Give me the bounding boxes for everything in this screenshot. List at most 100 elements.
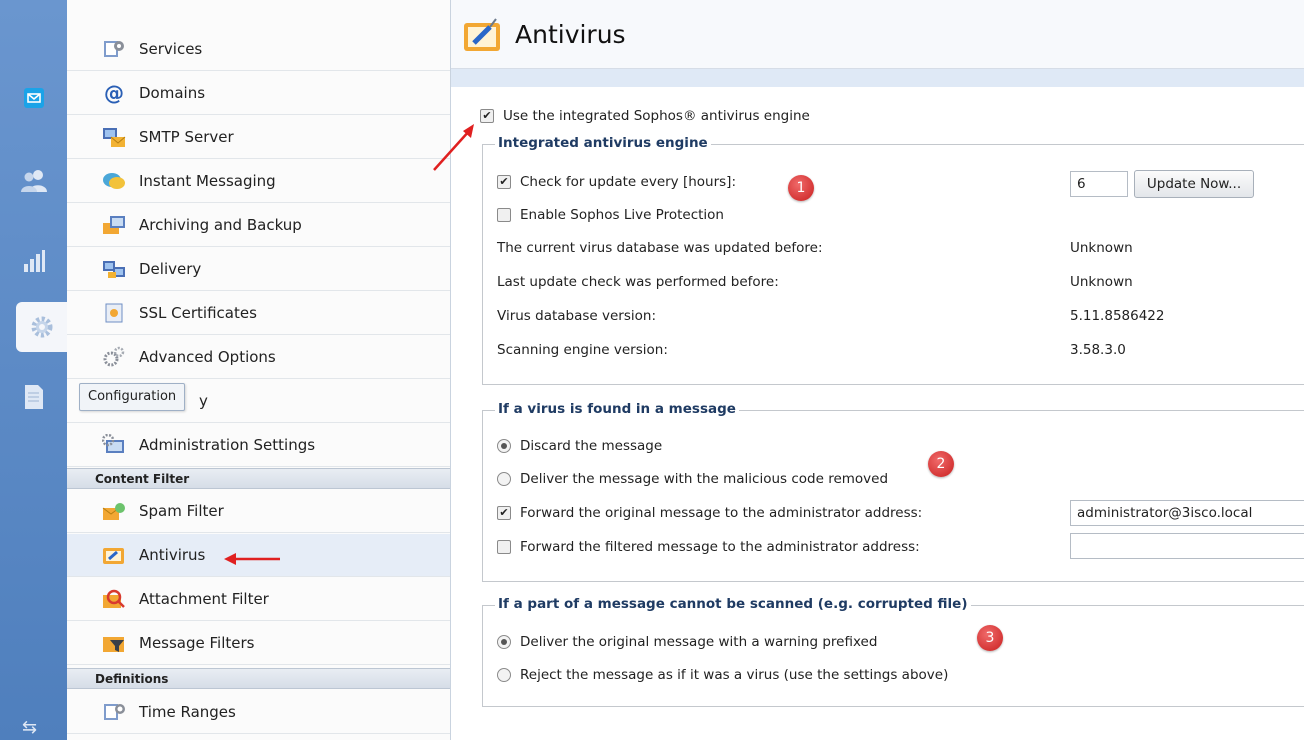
certificate-icon bbox=[101, 301, 127, 325]
gear-icon[interactable] bbox=[16, 302, 67, 352]
use-engine-checkbox[interactable]: ✔ bbox=[480, 109, 494, 123]
deliver-warning-label[interactable]: Deliver the original message with a warn… bbox=[520, 634, 877, 650]
reject-row: Reject the message as if it was a virus … bbox=[497, 667, 948, 683]
forward-filtered-email-input[interactable] bbox=[1070, 533, 1304, 559]
app-rail: ⇆ bbox=[0, 0, 68, 740]
page-header: Antivirus bbox=[451, 0, 1304, 69]
update-now-button[interactable]: Update Now... bbox=[1134, 170, 1254, 198]
info-value-last-check: Unknown bbox=[1070, 274, 1133, 290]
nav-item-ssl-certificates[interactable]: SSL Certificates bbox=[67, 292, 450, 335]
nav-item-label: y bbox=[199, 392, 208, 410]
nav-item-label: SMTP Server bbox=[139, 128, 234, 146]
nav-item-delivery[interactable]: Delivery bbox=[67, 248, 450, 291]
forward-original-row: ✔ Forward the original message to the ad… bbox=[497, 505, 922, 521]
nav-item-smtp-server[interactable]: SMTP Server bbox=[67, 116, 450, 159]
forward-filtered-checkbox[interactable] bbox=[497, 540, 511, 554]
update-hours-input[interactable]: 6 bbox=[1070, 171, 1128, 197]
nav-item-advanced-options[interactable]: Advanced Options bbox=[67, 336, 450, 379]
discard-radio[interactable] bbox=[497, 439, 511, 453]
forward-original-email-input[interactable]: administrator@3isco.local bbox=[1070, 500, 1304, 526]
nav-item-label: Administration Settings bbox=[139, 436, 316, 454]
virus-found-legend: If a virus is found in a message bbox=[495, 401, 739, 417]
discard-row: Discard the message bbox=[497, 438, 662, 454]
nav-item-label: Attachment Filter bbox=[139, 590, 269, 608]
forward-original-checkbox[interactable]: ✔ bbox=[497, 506, 511, 520]
info-label-db-updated: The current virus database was updated b… bbox=[497, 240, 823, 256]
archive-icon bbox=[101, 213, 127, 237]
nav-item-services[interactable]: Services bbox=[67, 28, 450, 71]
unscannable-group bbox=[482, 605, 1304, 707]
stats-icon[interactable] bbox=[0, 236, 67, 286]
check-update-checkbox[interactable]: ✔ bbox=[497, 175, 511, 189]
message-filter-icon bbox=[101, 631, 127, 655]
nav-item-label: Delivery bbox=[139, 260, 202, 278]
use-engine-row: ✔ Use the integrated Sophos® antivirus e… bbox=[480, 108, 810, 124]
nav-item-label: Services bbox=[139, 40, 203, 58]
deliver-warning-row: Deliver the original message with a warn… bbox=[497, 634, 877, 650]
reject-radio[interactable] bbox=[497, 668, 511, 682]
annotation-arrow-checkbox bbox=[433, 124, 474, 171]
annotation-badge-3: 3 bbox=[977, 625, 1003, 651]
forward-original-label[interactable]: Forward the original message to the admi… bbox=[520, 505, 922, 521]
discard-label[interactable]: Discard the message bbox=[520, 438, 662, 454]
time-icon bbox=[101, 700, 127, 724]
nav-item-label: Message Filters bbox=[139, 634, 255, 652]
nav-item-label: Domains bbox=[139, 84, 206, 102]
unscannable-legend: If a part of a message cannot be scanned… bbox=[495, 596, 971, 612]
live-protection-checkbox[interactable] bbox=[497, 208, 511, 222]
nav-item-message-filters[interactable]: Message Filters bbox=[67, 622, 450, 665]
users-icon[interactable] bbox=[0, 155, 67, 205]
deliver-removed-label[interactable]: Deliver the message with the malicious c… bbox=[520, 471, 888, 487]
annotation-arrow-antivirus bbox=[224, 553, 280, 565]
antivirus-icon bbox=[101, 543, 127, 567]
nav-item-label: Instant Messaging bbox=[139, 172, 276, 190]
section-header-content-filter: Content Filter bbox=[67, 468, 450, 489]
nav-item-time-ranges[interactable]: Time Ranges bbox=[67, 691, 450, 734]
header-band bbox=[451, 69, 1304, 87]
annotation-badge-2: 2 bbox=[928, 451, 954, 477]
antivirus-icon bbox=[463, 17, 503, 57]
info-value-engine-version: 3.58.3.0 bbox=[1070, 342, 1126, 358]
live-protection-label[interactable]: Enable Sophos Live Protection bbox=[520, 207, 724, 223]
nav-item-label: SSL Certificates bbox=[139, 304, 257, 322]
check-update-label[interactable]: Check for update every [hours]: bbox=[520, 174, 736, 190]
deliver-removed-radio[interactable] bbox=[497, 472, 511, 486]
nav-item-instant-messaging[interactable]: Instant Messaging bbox=[67, 160, 450, 203]
advanced-icon bbox=[101, 345, 127, 369]
info-label-db-version: Virus database version: bbox=[497, 308, 656, 324]
smtp-icon bbox=[101, 125, 127, 149]
nav-item-label: Spam Filter bbox=[139, 502, 224, 520]
nav-item-spam-filter[interactable]: Spam Filter bbox=[67, 490, 450, 533]
forward-filtered-row: Forward the filtered message to the admi… bbox=[497, 539, 920, 555]
config-nav: Services @ Domains SMTP Server Instant M… bbox=[67, 0, 451, 740]
info-label-last-check: Last update check was performed before: bbox=[497, 274, 779, 290]
nav-item-label: Antivirus bbox=[139, 546, 206, 564]
nav-item-label: Advanced Options bbox=[139, 348, 276, 366]
use-engine-label[interactable]: Use the integrated Sophos® antivirus eng… bbox=[503, 108, 810, 124]
section-header-definitions: Definitions bbox=[67, 668, 450, 689]
reject-label[interactable]: Reject the message as if it was a virus … bbox=[520, 667, 948, 683]
live-protection-row: Enable Sophos Live Protection bbox=[497, 207, 724, 223]
mail-icon[interactable] bbox=[0, 73, 67, 123]
document-icon[interactable] bbox=[0, 372, 67, 422]
deliver-warning-radio[interactable] bbox=[497, 635, 511, 649]
nav-item-label: Archiving and Backup bbox=[139, 216, 302, 234]
services-icon bbox=[101, 37, 127, 61]
nav-item-label: Time Ranges bbox=[139, 703, 236, 721]
nav-item-attachment-filter[interactable]: Attachment Filter bbox=[67, 578, 450, 621]
chat-icon bbox=[101, 169, 127, 193]
nav-item-administration-settings[interactable]: Administration Settings bbox=[67, 424, 450, 467]
nav-item-archiving-backup[interactable]: Archiving and Backup bbox=[67, 204, 450, 247]
check-update-row: ✔ Check for update every [hours]: bbox=[497, 174, 736, 190]
at-icon: @ bbox=[104, 81, 124, 105]
delivery-icon bbox=[101, 257, 127, 281]
page-title: Antivirus bbox=[515, 20, 626, 49]
forward-filtered-label[interactable]: Forward the filtered message to the admi… bbox=[520, 539, 920, 555]
collapse-icon[interactable]: ⇆ bbox=[22, 717, 37, 738]
nav-item-domains[interactable]: @ Domains bbox=[67, 72, 450, 115]
spam-icon bbox=[101, 499, 127, 523]
info-value-db-updated: Unknown bbox=[1070, 240, 1133, 256]
engine-group-legend: Integrated antivirus engine bbox=[495, 135, 711, 151]
deliver-removed-row: Deliver the message with the malicious c… bbox=[497, 471, 888, 487]
admin-icon bbox=[101, 433, 127, 457]
